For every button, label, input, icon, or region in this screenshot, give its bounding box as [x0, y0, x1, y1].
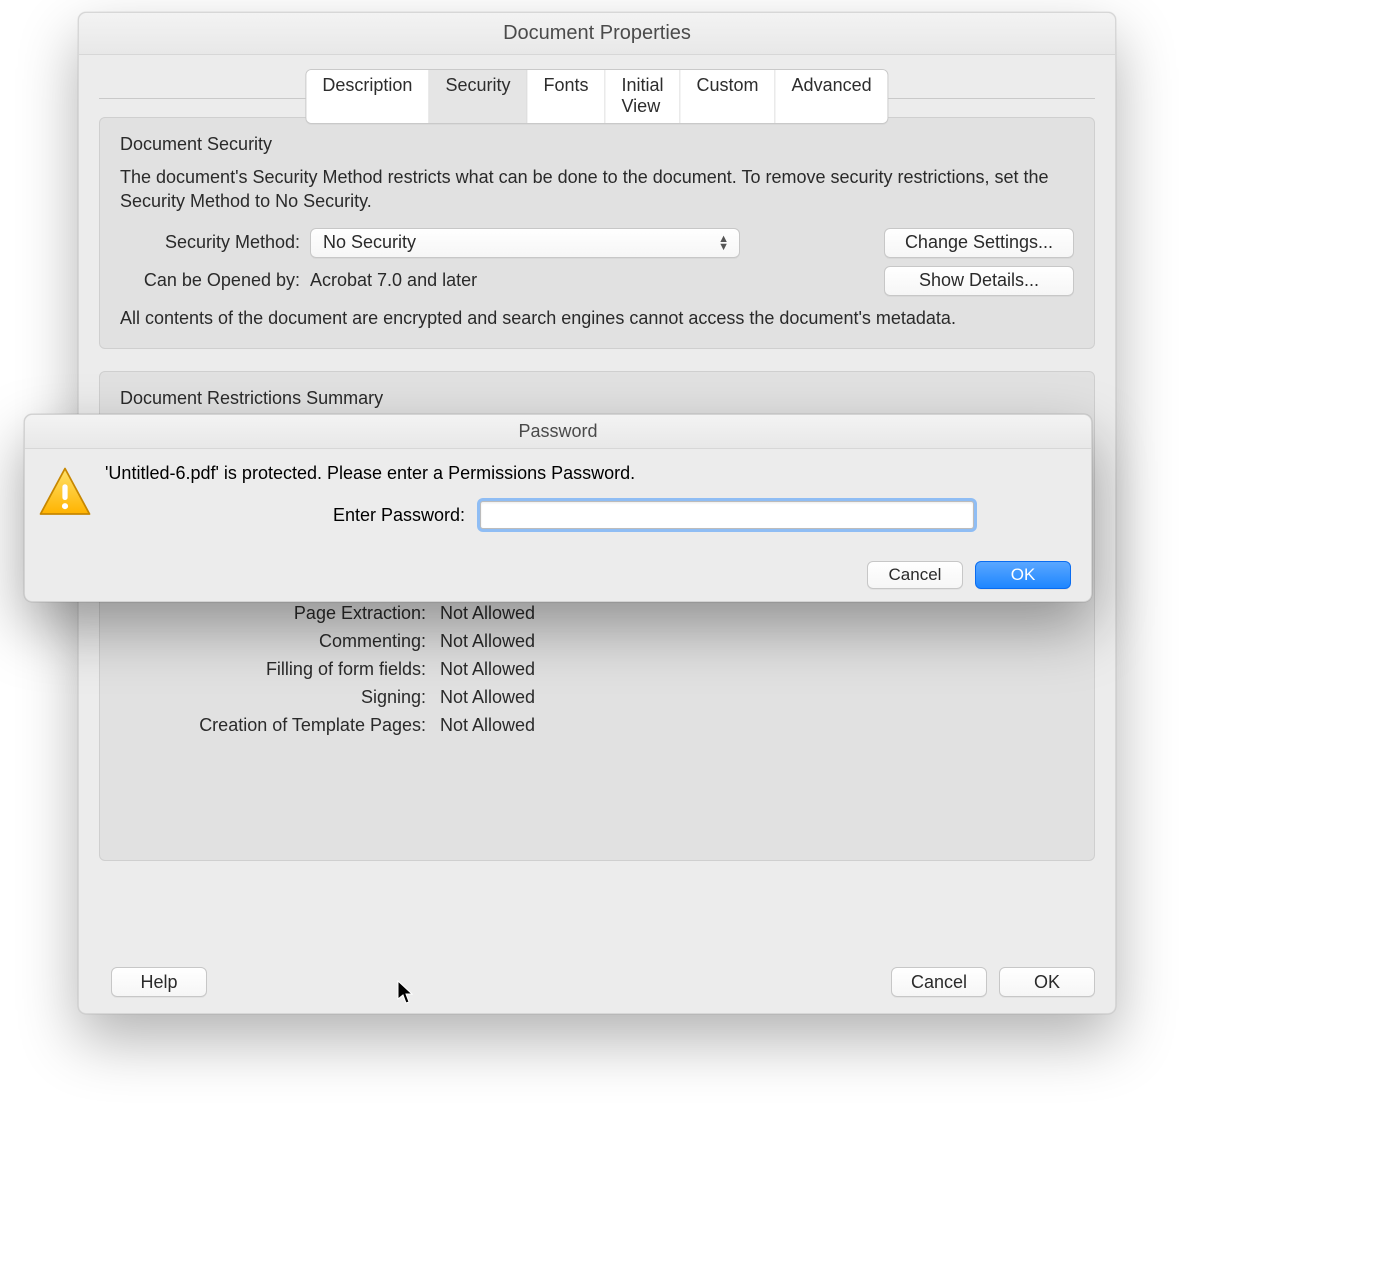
password-dialog: Password 'Untitled-6.pdf' is protected. … — [24, 414, 1092, 602]
password-dialog-title: Password — [25, 415, 1091, 449]
tab-fonts[interactable]: Fonts — [527, 70, 605, 123]
restriction-row: Page Extraction: Not Allowed — [120, 603, 1074, 624]
restriction-label: Signing: — [120, 687, 440, 708]
security-method-select[interactable]: No Security ▲▼ — [310, 228, 740, 258]
encrypted-metadata-note: All contents of the document are encrypt… — [120, 306, 1074, 330]
show-details-button[interactable]: Show Details... — [884, 266, 1074, 296]
restriction-value: Not Allowed — [440, 603, 535, 624]
restriction-row: Creation of Template Pages: Not Allowed — [120, 715, 1074, 736]
chevron-updown-icon: ▲▼ — [718, 235, 729, 251]
restriction-row: Commenting: Not Allowed — [120, 631, 1074, 652]
restriction-label: Filling of form fields: — [120, 659, 440, 680]
enter-password-label: Enter Password: — [105, 505, 465, 526]
help-button[interactable]: Help — [111, 967, 207, 997]
document-security-heading: Document Security — [120, 134, 1074, 155]
password-focus-ring — [477, 498, 977, 532]
restriction-label: Creation of Template Pages: — [120, 715, 440, 736]
restriction-value: Not Allowed — [440, 715, 535, 736]
tab-custom[interactable]: Custom — [681, 70, 776, 123]
password-ok-button[interactable]: OK — [975, 561, 1071, 589]
document-security-group: Document Security The document's Securit… — [99, 117, 1095, 349]
password-dialog-message: 'Untitled-6.pdf' is protected. Please en… — [105, 463, 1071, 484]
tabs: Description Security Fonts Initial View … — [305, 69, 888, 124]
security-method-label: Security Method: — [120, 232, 310, 253]
tab-description[interactable]: Description — [306, 70, 429, 123]
restriction-value: Not Allowed — [440, 659, 535, 680]
tab-initial-view[interactable]: Initial View — [606, 70, 681, 123]
tab-security[interactable]: Security — [429, 70, 527, 123]
tab-advanced[interactable]: Advanced — [776, 70, 888, 123]
document-restrictions-heading: Document Restrictions Summary — [120, 388, 1074, 415]
password-cancel-button[interactable]: Cancel — [867, 561, 963, 589]
security-method-value: No Security — [323, 232, 416, 253]
password-input[interactable] — [480, 501, 974, 529]
can-be-opened-label: Can be Opened by: — [120, 270, 310, 291]
restriction-label: Page Extraction: — [120, 603, 440, 624]
can-be-opened-value: Acrobat 7.0 and later — [310, 270, 477, 291]
restriction-row: Filling of form fields: Not Allowed — [120, 659, 1074, 680]
cancel-button[interactable]: Cancel — [891, 967, 987, 997]
ok-button[interactable]: OK — [999, 967, 1095, 997]
restriction-value: Not Allowed — [440, 631, 535, 652]
window-title: Document Properties — [79, 13, 1115, 55]
change-settings-button[interactable]: Change Settings... — [884, 228, 1074, 258]
restriction-value: Not Allowed — [440, 687, 535, 708]
warning-icon — [37, 465, 93, 521]
restriction-row: Signing: Not Allowed — [120, 687, 1074, 708]
restriction-label: Commenting: — [120, 631, 440, 652]
document-security-description: The document's Security Method restricts… — [120, 165, 1074, 214]
